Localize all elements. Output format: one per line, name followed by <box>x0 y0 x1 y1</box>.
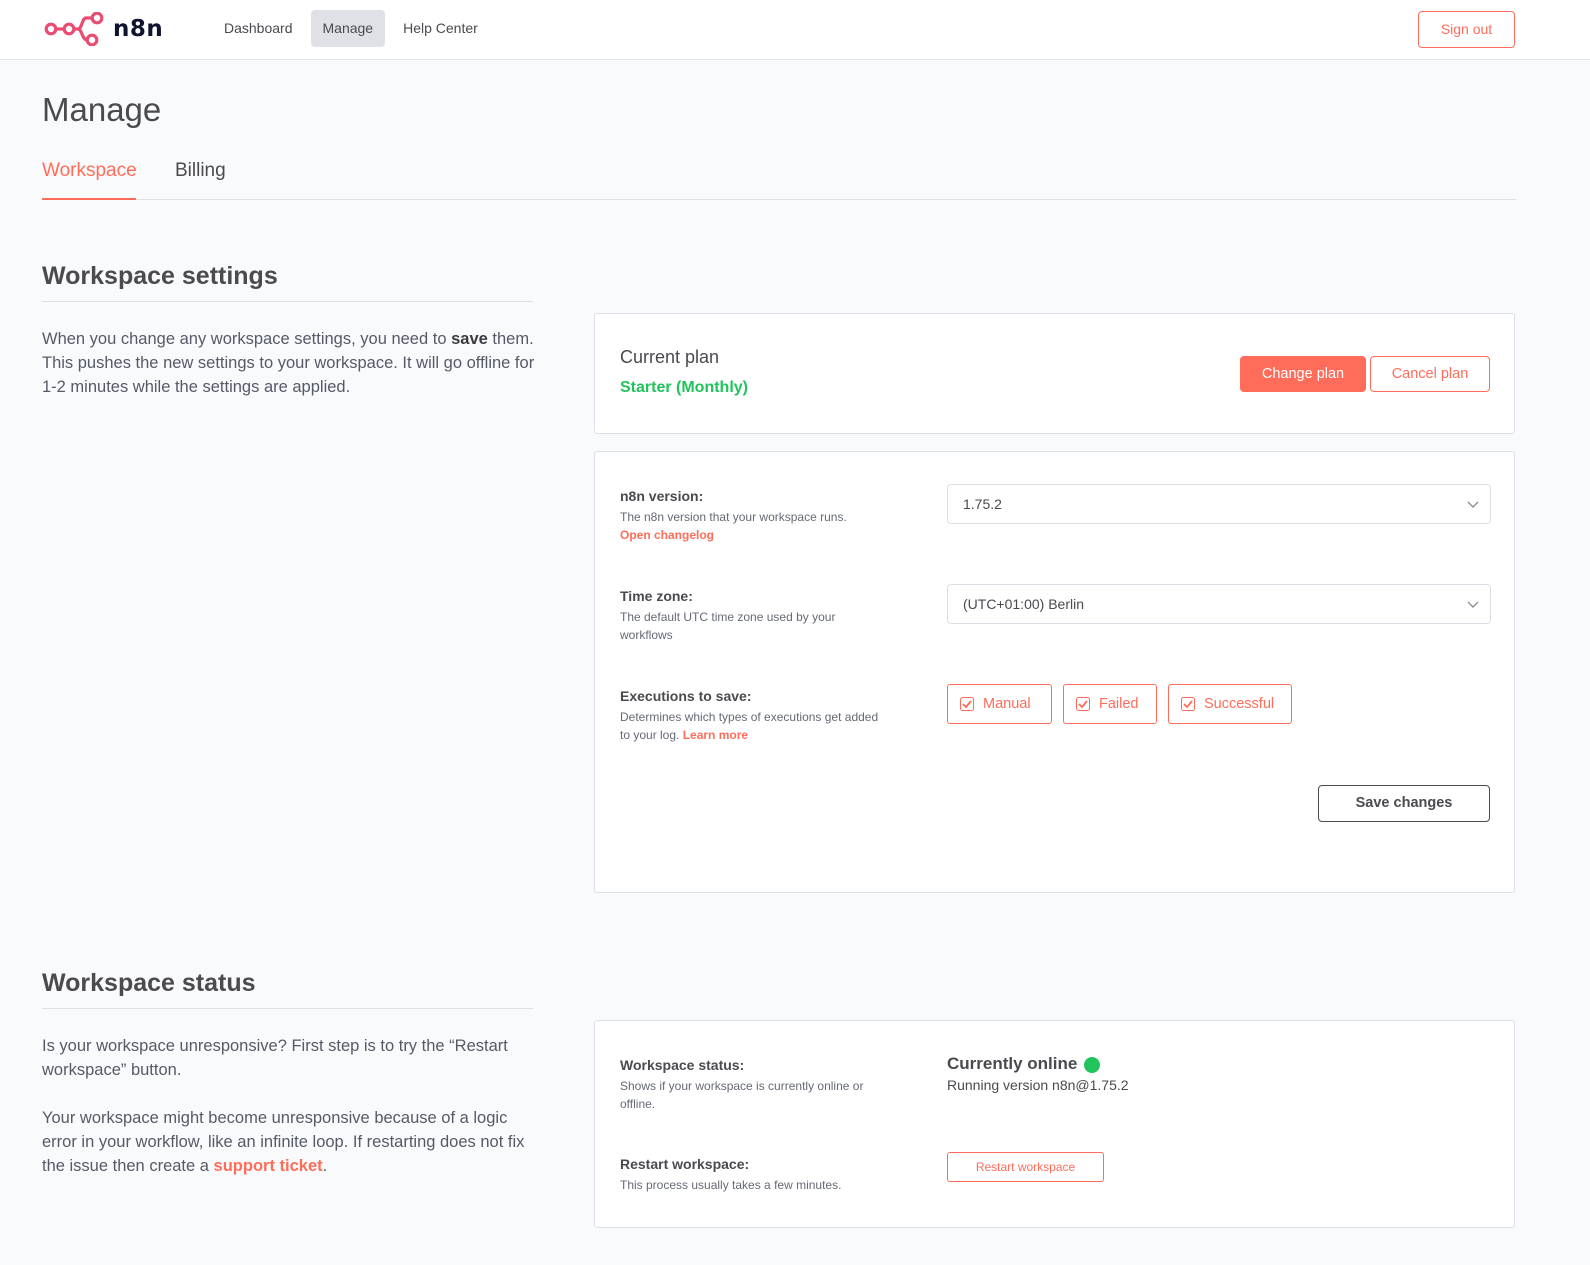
status-value: Currently online <box>947 1054 1078 1073</box>
chevron-down-icon <box>1467 601 1479 608</box>
timezone-help: The default UTC time zone used by your w… <box>620 610 836 642</box>
tab-bar: Workspace Billing <box>42 156 1516 200</box>
current-plan-value: Starter (Monthly) <box>620 379 748 396</box>
nav-dashboard[interactable]: Dashboard <box>212 10 305 47</box>
version-help-text: The n8n version that your workspace runs… <box>620 510 847 524</box>
n8n-logo[interactable]: n8n <box>44 12 163 46</box>
checkbox-failed[interactable]: Failed <box>1063 684 1157 724</box>
running-version: Running version n8n@1.75.2 <box>947 1077 1129 1093</box>
checkbox-failed-label: Failed <box>1099 696 1139 712</box>
restart-help: This process usually takes a few minutes… <box>620 1178 842 1192</box>
top-navbar: n8n Dashboard Manage Help Center Sign ou… <box>0 0 1590 60</box>
current-plan-card: Current plan Starter (Monthly) Change pl… <box>594 313 1515 434</box>
open-changelog-link[interactable]: Open changelog <box>620 528 714 542</box>
change-plan-button[interactable]: Change plan <box>1240 356 1366 392</box>
version-select[interactable]: 1.75.2 <box>947 484 1491 524</box>
version-select-value: 1.75.2 <box>963 496 1002 512</box>
online-status-dot <box>1084 1057 1100 1073</box>
brand-name: n8n <box>113 16 164 42</box>
status-label: Workspace status: <box>620 1057 745 1073</box>
workspace-status-card: Workspace status: Shows if your workspac… <box>594 1020 1515 1228</box>
workspace-status-help-text: Your workspace might become unresponsive… <box>42 1106 537 1178</box>
status-help-text-end: . <box>322 1157 328 1175</box>
version-label: n8n version: <box>620 488 704 504</box>
description-text: When you change any workspace settings, … <box>42 330 452 348</box>
main-nav: Dashboard Manage Help Center <box>212 10 496 47</box>
sign-out-button[interactable]: Sign out <box>1418 11 1515 48</box>
workspace-settings-heading: Workspace settings <box>42 262 533 302</box>
timezone-select[interactable]: (UTC+01:00) Berlin <box>947 584 1491 624</box>
checkbox-checked-icon <box>960 697 974 711</box>
restart-label: Restart workspace: <box>620 1156 750 1172</box>
current-plan-label: Current plan <box>620 347 720 367</box>
nav-help-center[interactable]: Help Center <box>391 10 490 47</box>
save-changes-button[interactable]: Save changes <box>1318 785 1490 822</box>
workspace-status-heading: Workspace status <box>42 969 533 1009</box>
workspace-settings-description: When you change any workspace settings, … <box>42 327 537 399</box>
executions-help: Determines which types of executions get… <box>620 708 880 744</box>
restart-workspace-button[interactable]: Restart workspace <box>947 1152 1104 1182</box>
page-title: Manage <box>42 91 162 128</box>
chevron-down-icon <box>1467 501 1479 508</box>
checkbox-successful-label: Successful <box>1204 696 1275 712</box>
checkbox-manual-label: Manual <box>983 696 1031 712</box>
workspace-status-description: Is your workspace unresponsive? First st… <box>42 1037 508 1079</box>
checkbox-checked-icon <box>1076 697 1090 711</box>
status-help: Shows if your workspace is currently onl… <box>620 1079 864 1111</box>
tab-billing[interactable]: Billing <box>175 156 226 200</box>
executions-help-text: Determines which types of executions get… <box>620 710 879 742</box>
learn-more-link[interactable]: Learn more <box>683 728 748 742</box>
executions-label: Executions to save: <box>620 688 752 704</box>
nav-manage[interactable]: Manage <box>310 10 386 47</box>
n8n-logo-icon <box>44 12 104 46</box>
description-bold: save <box>451 330 488 348</box>
version-help: The n8n version that your workspace runs… <box>620 508 880 544</box>
support-ticket-link[interactable]: support ticket <box>214 1157 323 1175</box>
tab-workspace[interactable]: Workspace <box>42 156 137 200</box>
checkbox-manual[interactable]: Manual <box>947 684 1052 724</box>
checkbox-successful[interactable]: Successful <box>1168 684 1292 724</box>
cancel-plan-button[interactable]: Cancel plan <box>1370 356 1490 392</box>
workspace-settings-card: n8n version: The n8n version that your w… <box>594 451 1515 893</box>
timezone-select-value: (UTC+01:00) Berlin <box>963 596 1084 612</box>
timezone-label: Time zone: <box>620 588 693 604</box>
checkbox-checked-icon <box>1181 697 1195 711</box>
